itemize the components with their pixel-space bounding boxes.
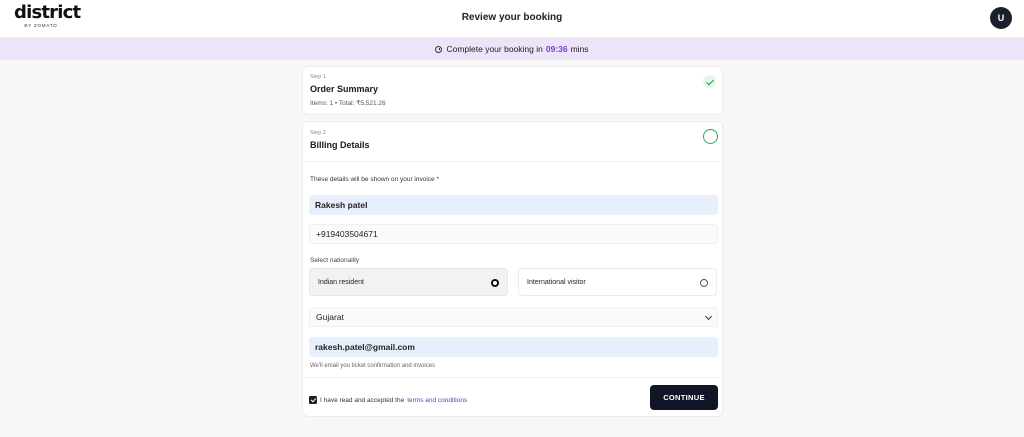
progress-ring-icon [703,129,718,144]
terms-text: I have read and accepted the [320,396,405,404]
email-input[interactable]: rakesh.patel@gmail.com [309,337,718,357]
nationality-option-label: Indian resident [318,278,364,286]
phone-input[interactable]: +919403504671 [309,224,718,244]
user-avatar[interactable]: U [990,7,1012,29]
nationality-label: Select nationality [310,257,360,264]
state-select[interactable]: Gujarat [309,307,718,327]
timer-prefix: Complete your booking in [446,44,543,54]
section-divider [303,161,722,162]
name-input[interactable]: Rakesh patel [309,195,718,215]
continue-button[interactable]: CONTINUE [650,385,718,410]
logo-subtext: BY ZOMATO [24,23,58,28]
step-2-label: Step 2 [310,130,326,136]
nationality-option-label: International visitor [527,278,586,286]
nationality-option-indian-resident[interactable]: Indian resident [309,268,508,296]
terms-row: I have read and accepted the terms and c… [309,396,467,404]
timer-countdown: 09:36 [545,44,568,54]
radio-selected-icon[interactable] [491,279,499,287]
order-summary-card[interactable]: Step 1 Order Summary Items: 1 • Total: ₹… [302,66,723,115]
page-title: Review your booking [461,12,563,23]
timer-suffix: mins [570,44,589,54]
chevron-down-icon [704,312,713,321]
booking-timer-banner: Complete your booking in 09:36 mins [0,38,1024,60]
step-1-label: Step 1 [310,74,326,80]
check-icon [703,75,716,88]
terms-link[interactable]: terms and conditions [407,397,467,404]
section-divider [303,377,722,378]
stopwatch-icon [435,45,443,53]
radio-unselected-icon[interactable] [700,279,708,287]
order-summary-title: Order Summary [310,84,379,94]
billing-details-card: Step 2 Billing Details These details wil… [302,121,723,417]
order-summary-meta: Items: 1 • Total: ₹5,521.26 [310,100,386,107]
invoice-note: These details will be shown on your invo… [310,176,439,183]
email-helper-text: We'll email you ticket confirmation and … [310,363,436,369]
billing-details-title: Billing Details [310,140,370,150]
terms-checkbox[interactable] [309,396,317,404]
state-select-value: Gujarat [316,312,344,322]
top-header: district BY ZOMATO Review your booking U [0,0,1024,38]
nationality-option-international-visitor[interactable]: International visitor [518,268,717,296]
